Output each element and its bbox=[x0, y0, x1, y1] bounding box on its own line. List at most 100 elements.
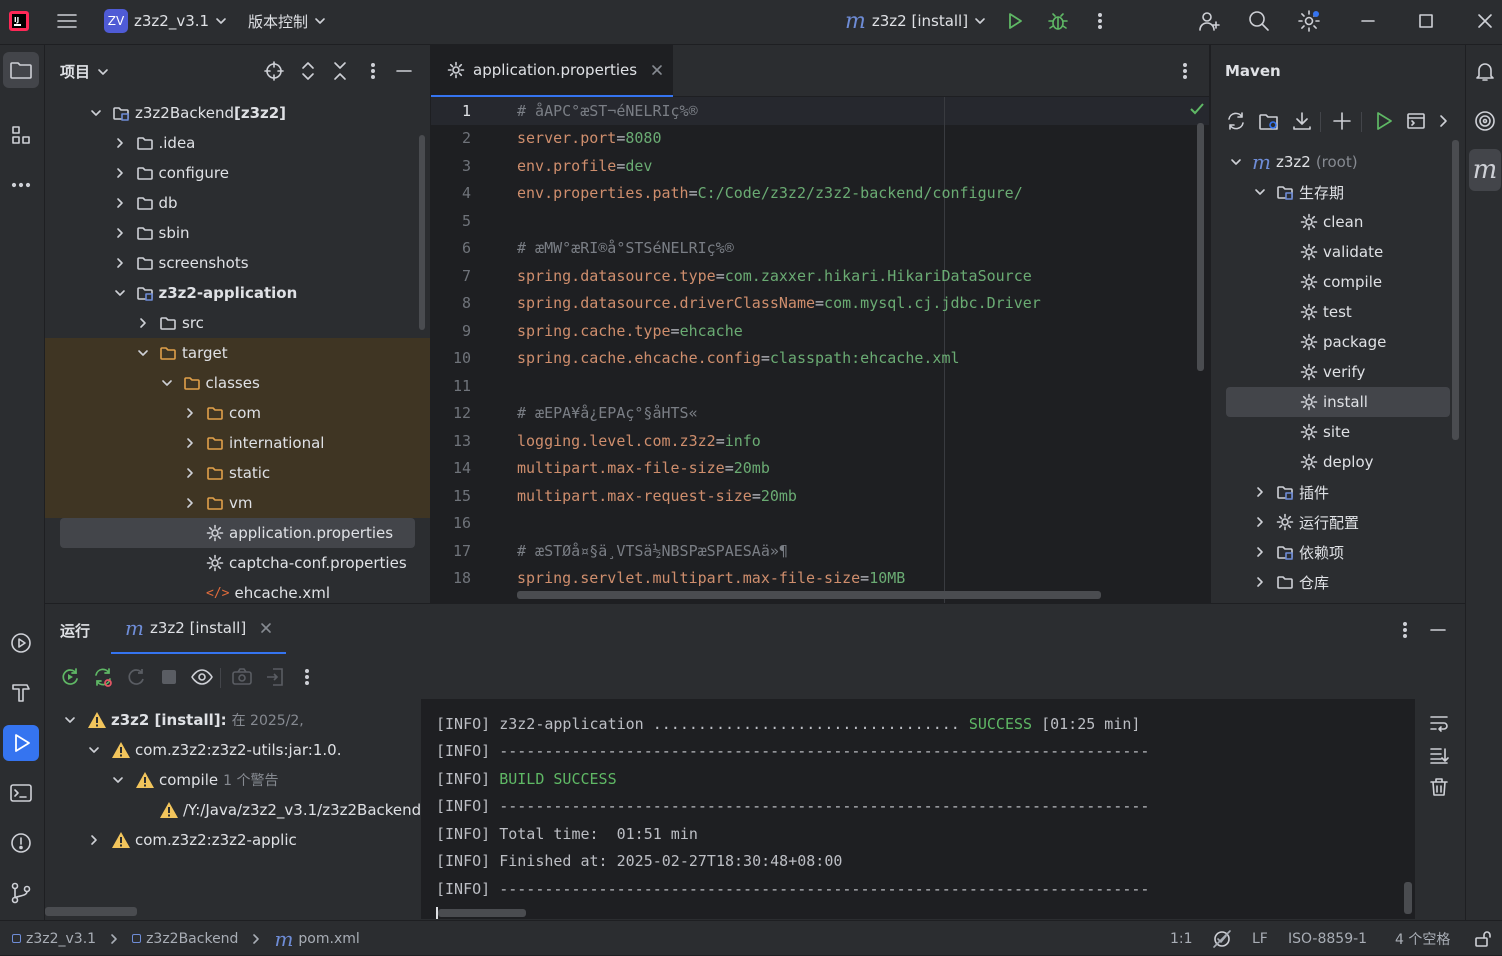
chevron-down-icon[interactable] bbox=[160, 376, 174, 390]
locate-icon[interactable] bbox=[264, 61, 284, 81]
tree-item[interactable]: configure bbox=[45, 158, 430, 188]
build-tool-icon[interactable] bbox=[3, 675, 39, 711]
search-icon[interactable] bbox=[1247, 0, 1271, 42]
run-config-selector[interactable]: m z3z2 [install] bbox=[845, 0, 986, 42]
scroll-to-end-icon[interactable] bbox=[1428, 744, 1450, 766]
project-tool-icon[interactable] bbox=[3, 52, 39, 88]
debug-button[interactable] bbox=[1047, 0, 1069, 42]
hide-panel-icon[interactable] bbox=[394, 61, 414, 81]
editor-vscrollbar[interactable] bbox=[1197, 123, 1204, 371]
chevron-right-icon[interactable] bbox=[113, 256, 127, 270]
more-actions-icon[interactable] bbox=[1090, 0, 1110, 42]
maven-group[interactable]: 仓库 bbox=[1211, 567, 1465, 597]
add-icon[interactable] bbox=[1331, 110, 1353, 132]
chevron-right-icon[interactable] bbox=[1253, 485, 1267, 499]
run-tree-item[interactable]: com.z3z2:z3z2-utils:jar:1.0. bbox=[87, 735, 341, 765]
chevron-down-icon[interactable] bbox=[136, 346, 150, 360]
tree-item[interactable]: .idea bbox=[45, 128, 430, 158]
chevron-right-icon[interactable] bbox=[113, 226, 127, 240]
chevron-right-icon[interactable] bbox=[113, 166, 127, 180]
tree-item[interactable]: target bbox=[45, 338, 430, 368]
notifications-icon[interactable] bbox=[1473, 59, 1497, 83]
run-tool-icon[interactable] bbox=[3, 725, 39, 761]
minimize-icon[interactable] bbox=[1360, 0, 1376, 42]
chevron-right-icon[interactable] bbox=[183, 496, 197, 510]
more-tools-icon[interactable] bbox=[3, 167, 39, 203]
maven-root[interactable]: m z3z2 (root) bbox=[1211, 147, 1465, 177]
chevron-right-icon[interactable] bbox=[183, 406, 197, 420]
chevron-right-icon[interactable] bbox=[136, 316, 150, 330]
run-button[interactable] bbox=[1005, 0, 1025, 42]
indent-setting[interactable]: 4 个空格 bbox=[1395, 921, 1450, 956]
close-icon[interactable] bbox=[1477, 0, 1493, 42]
breadcrumb-project[interactable]: z3z2_v3.1 bbox=[26, 931, 96, 947]
main-menu-icon[interactable] bbox=[56, 0, 78, 42]
tree-item[interactable]: sbin bbox=[45, 218, 430, 248]
maven-phase-site[interactable]: site bbox=[1211, 417, 1465, 447]
tree-item[interactable]: z3z2-application bbox=[45, 278, 430, 308]
tree-scrollbar[interactable] bbox=[419, 135, 425, 330]
chevron-right-icon[interactable] bbox=[87, 833, 101, 847]
tree-item[interactable]: com bbox=[45, 398, 430, 428]
vcs-menu[interactable]: 版本控制 bbox=[248, 0, 326, 42]
tree-item[interactable]: src bbox=[45, 308, 430, 338]
ide-logo[interactable]: IJ bbox=[8, 0, 30, 42]
options-icon[interactable] bbox=[363, 61, 383, 81]
tree-item[interactable]: classes bbox=[45, 368, 430, 398]
structure-tool-icon[interactable] bbox=[3, 117, 39, 153]
services-tool-icon[interactable] bbox=[3, 625, 39, 661]
tree-item[interactable]: vm bbox=[45, 488, 430, 518]
tree-item[interactable]: db bbox=[45, 188, 430, 218]
download-icon[interactable] bbox=[1291, 110, 1313, 132]
tab-application-properties[interactable]: application.properties bbox=[431, 45, 673, 97]
hide-run-panel-icon[interactable] bbox=[1428, 620, 1448, 640]
maximize-icon[interactable] bbox=[1418, 0, 1434, 42]
run-options-icon[interactable] bbox=[1395, 620, 1415, 640]
maven-phase-verify[interactable]: verify bbox=[1211, 357, 1465, 387]
chevron-down-icon[interactable] bbox=[87, 743, 101, 757]
chevron-right-icon[interactable] bbox=[1253, 575, 1267, 589]
line-separator[interactable]: LF bbox=[1252, 921, 1268, 956]
tree-item[interactable]: static bbox=[45, 458, 430, 488]
chevron-down-icon[interactable] bbox=[1253, 185, 1267, 199]
maven-phase-package[interactable]: package bbox=[1211, 327, 1465, 357]
terminal-tool-icon[interactable] bbox=[3, 775, 39, 811]
project-panel-title[interactable]: 项目 bbox=[60, 61, 90, 82]
tree-item[interactable]: z3z2Backend [z3z2] bbox=[45, 98, 430, 128]
inspection-off-icon[interactable] bbox=[1211, 921, 1233, 956]
trash-icon[interactable] bbox=[1428, 776, 1450, 798]
run-maven-icon[interactable] bbox=[1373, 110, 1395, 132]
maven-lifecycle[interactable]: 生存期 bbox=[1211, 177, 1465, 207]
breadcrumb-file[interactable]: pom.xml bbox=[298, 931, 359, 947]
editor-hscrollbar[interactable] bbox=[517, 591, 1101, 599]
run-tree-item[interactable]: com.z3z2:z3z2-applic bbox=[87, 825, 297, 855]
chevron-right-icon[interactable] bbox=[1437, 112, 1451, 130]
maven-group[interactable]: 依赖项 bbox=[1211, 537, 1465, 567]
maven-group[interactable]: 运行配置 bbox=[1211, 507, 1465, 537]
caret-position[interactable]: 1:1 bbox=[1170, 921, 1193, 956]
run-tree-item[interactable]: /Y:/Java/z3z2_v3.1/z3z2Backend/z bbox=[135, 795, 421, 825]
tab-options-icon[interactable] bbox=[1175, 61, 1195, 81]
reload-project-icon[interactable] bbox=[1258, 110, 1280, 132]
run-tree-hscrollbar[interactable] bbox=[45, 907, 137, 916]
chevron-down-icon[interactable] bbox=[97, 66, 109, 78]
console-output[interactable]: [INFO] z3z2-application ................… bbox=[421, 699, 1415, 919]
console-hscrollbar[interactable] bbox=[438, 909, 526, 917]
chevron-right-icon[interactable] bbox=[183, 436, 197, 450]
maven-phase-deploy[interactable]: deploy bbox=[1211, 447, 1465, 477]
soft-wrap-icon[interactable] bbox=[1428, 712, 1450, 734]
run-tree-item[interactable]: z3z2 [install]: 在 2025/2, bbox=[63, 705, 304, 735]
chevron-down-icon[interactable] bbox=[113, 286, 127, 300]
git-tool-icon[interactable] bbox=[3, 875, 39, 911]
chevron-down-icon[interactable] bbox=[111, 773, 125, 787]
chevron-right-icon[interactable] bbox=[1253, 515, 1267, 529]
project-switcher[interactable]: ZV z3z2_v3.1 bbox=[104, 0, 227, 42]
maven-phase-clean[interactable]: clean bbox=[1211, 207, 1465, 237]
unlock-icon[interactable] bbox=[1474, 921, 1492, 956]
maven-phase-validate[interactable]: validate bbox=[1211, 237, 1465, 267]
tree-item[interactable]: captcha-conf.properties bbox=[45, 548, 430, 578]
maven-phase-compile[interactable]: compile bbox=[1211, 267, 1465, 297]
tree-item[interactable]: international bbox=[45, 428, 430, 458]
ai-assistant-icon[interactable] bbox=[1473, 109, 1497, 133]
chevron-down-icon[interactable] bbox=[89, 106, 103, 120]
